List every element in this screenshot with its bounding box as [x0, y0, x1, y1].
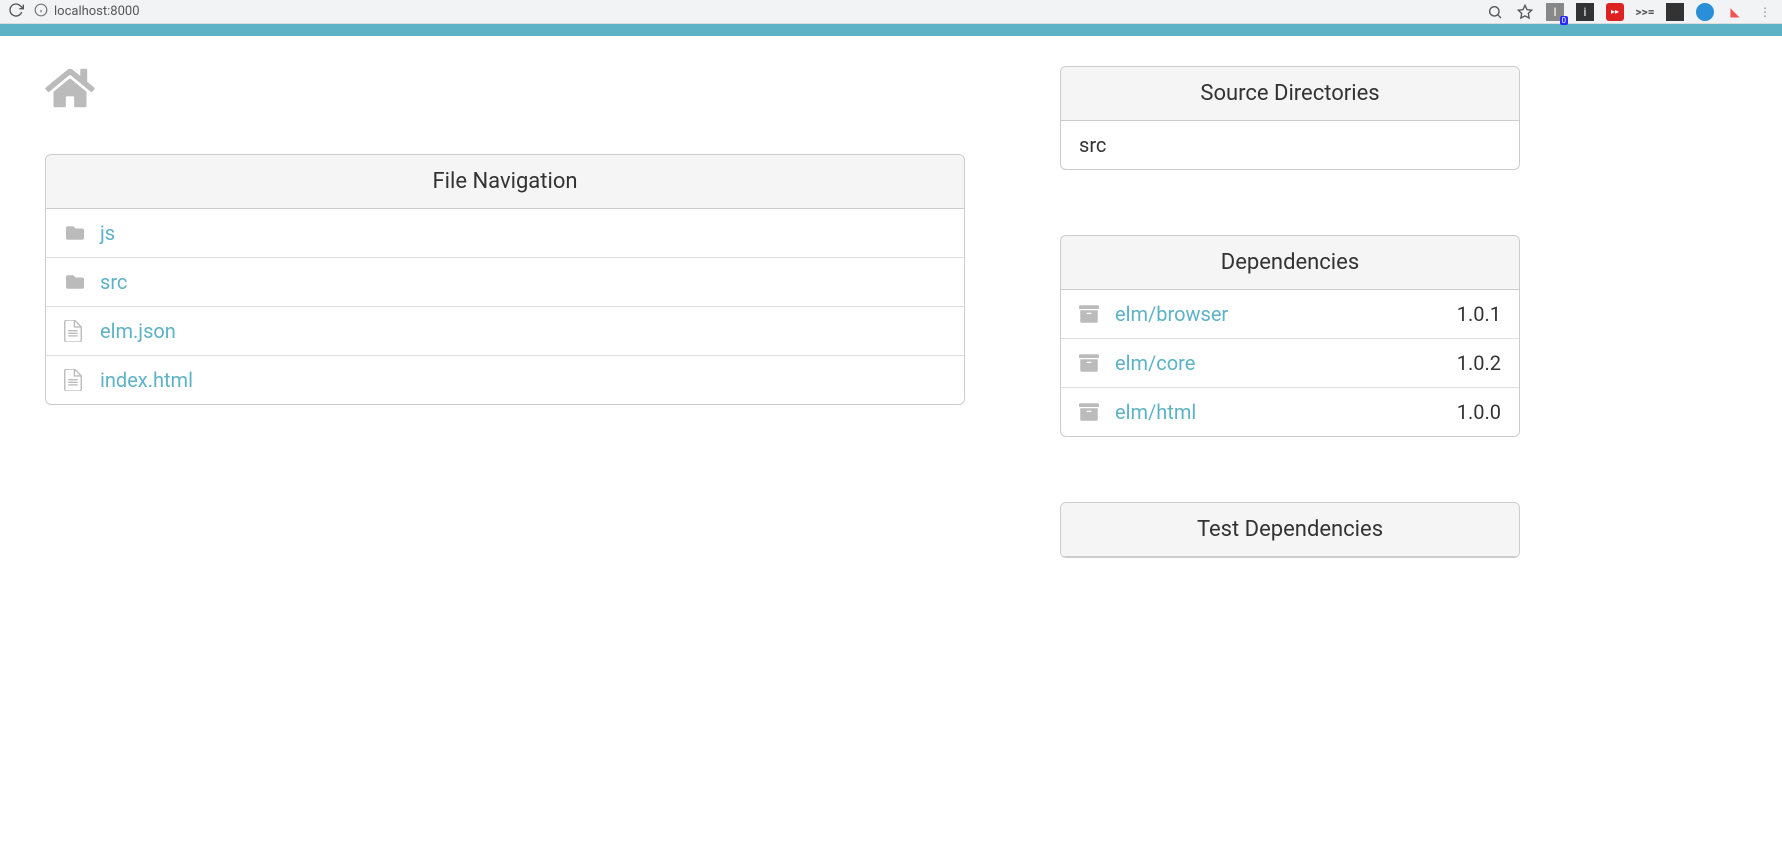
extension-icon[interactable]: >>= [1636, 3, 1654, 21]
file-row[interactable]: elm.json [46, 307, 964, 356]
file-link[interactable]: elm.json [100, 319, 176, 343]
dependency-row: elm/core 1.0.2 [1061, 339, 1519, 388]
file-icon [64, 369, 86, 391]
dependency-version: 1.0.0 [1457, 400, 1501, 424]
extension-icon[interactable]: i [1576, 3, 1594, 21]
file-row[interactable]: js [46, 209, 964, 258]
source-dir-row: src [1061, 121, 1519, 169]
home-icon[interactable] [45, 66, 95, 114]
extension-icon[interactable] [1696, 3, 1714, 21]
package-icon [1079, 304, 1101, 324]
extension-icon[interactable]: ▸▸ [1606, 3, 1624, 21]
dependencies-panel: Dependencies elm/browser 1.0.1 elm/core 1.0… [1060, 235, 1520, 437]
menu-icon[interactable]: ⋮ [1756, 3, 1774, 21]
dependency-version: 1.0.1 [1457, 302, 1501, 326]
browser-address-bar: localhost:8000 I0 i ▸▸ >>= ◣ ⋮ [0, 0, 1782, 24]
extension-icon[interactable] [1666, 3, 1684, 21]
extension-icon[interactable]: ◣ [1726, 3, 1744, 21]
file-row[interactable]: index.html [46, 356, 964, 404]
dependency-link[interactable]: elm/html [1115, 400, 1196, 424]
folder-icon [64, 273, 86, 291]
source-directories-panel: Source Directories src [1060, 66, 1520, 170]
test-dependencies-panel: Test Dependencies [1060, 502, 1520, 558]
package-icon [1079, 402, 1101, 422]
dependency-row: elm/html 1.0.0 [1061, 388, 1519, 436]
file-link[interactable]: src [100, 270, 127, 294]
browser-toolbar-icons: I0 i ▸▸ >>= ◣ ⋮ [1486, 3, 1774, 21]
folder-icon [64, 224, 86, 242]
panel-title: File Navigation [46, 155, 964, 209]
accent-bar [0, 24, 1782, 36]
package-icon [1079, 353, 1101, 373]
extension-icon[interactable]: I0 [1546, 3, 1564, 21]
zoom-icon[interactable] [1486, 3, 1504, 21]
star-icon[interactable] [1516, 3, 1534, 21]
dependency-link[interactable]: elm/browser [1115, 302, 1228, 326]
file-link[interactable]: js [100, 221, 115, 245]
file-link[interactable]: index.html [100, 368, 193, 392]
panel-title: Source Directories [1061, 67, 1519, 121]
reload-icon[interactable] [8, 2, 24, 22]
panel-title: Test Dependencies [1061, 503, 1519, 557]
info-icon[interactable] [34, 3, 48, 21]
url-text[interactable]: localhost:8000 [54, 4, 140, 19]
file-icon [64, 320, 86, 342]
file-row[interactable]: src [46, 258, 964, 307]
dependency-row: elm/browser 1.0.1 [1061, 290, 1519, 339]
file-navigation-panel: File Navigation js src elm.json index.html [45, 154, 965, 405]
panel-title: Dependencies [1061, 236, 1519, 290]
dependency-version: 1.0.2 [1457, 351, 1501, 375]
dependency-link[interactable]: elm/core [1115, 351, 1195, 375]
